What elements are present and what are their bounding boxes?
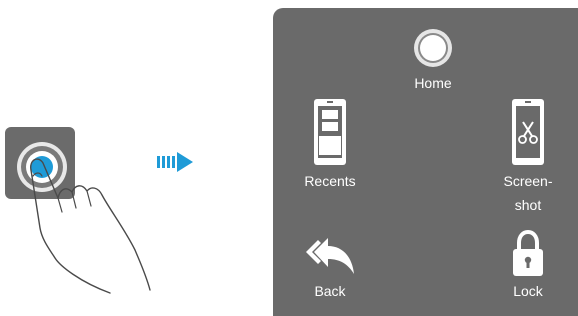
menu-item-lock[interactable]: Lock: [498, 230, 558, 300]
recents-phone-icon: [314, 99, 346, 165]
menu-label-recents: Recents: [304, 173, 356, 189]
tapping-hand-icon: [30, 158, 151, 294]
menu-item-recents[interactable]: Recents: [295, 98, 365, 190]
right-arrow-icon: [157, 152, 193, 172]
navigation-dock-diagram: Home Recents Screen- shot Back Lock: [0, 0, 578, 316]
menu-label-screenshot-line2: shot: [514, 197, 542, 213]
back-arrow-icon: [306, 238, 354, 274]
screenshot-phone-icon: [512, 99, 544, 165]
menu-item-home[interactable]: Home: [403, 28, 463, 92]
menu-label-screenshot-line1: Screen-: [503, 173, 553, 189]
menu-label-home: Home: [414, 75, 452, 91]
navigation-menu-panel: Home Recents Screen- shot Back Lock: [273, 8, 578, 316]
menu-item-screenshot[interactable]: Screen- shot: [498, 98, 558, 214]
menu-label-lock: Lock: [513, 283, 543, 299]
lock-icon: [513, 230, 543, 276]
menu-item-back[interactable]: Back: [295, 236, 365, 300]
menu-label-back: Back: [314, 283, 346, 299]
home-circle-icon: [414, 29, 452, 67]
